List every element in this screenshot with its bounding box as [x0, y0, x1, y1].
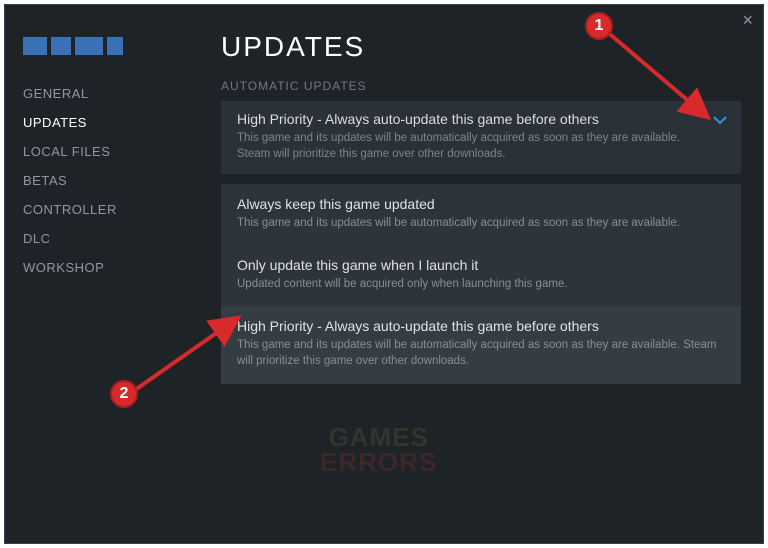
main-panel: UPDATES AUTOMATIC UPDATES High Priority … — [221, 31, 741, 384]
update-dropdown[interactable]: High Priority - Always auto-update this … — [221, 101, 741, 174]
close-icon[interactable]: × — [742, 11, 753, 29]
game-logo — [21, 37, 191, 55]
watermark-line2: ERRORS — [320, 450, 437, 475]
page-title: UPDATES — [221, 31, 741, 63]
section-header: AUTOMATIC UPDATES — [221, 79, 741, 93]
sidebar-item-controller[interactable]: CONTROLLER — [21, 195, 191, 224]
sidebar-item-workshop[interactable]: WORKSHOP — [21, 253, 191, 282]
logo-block — [75, 37, 103, 55]
dropdown-option-always-updated[interactable]: Always keep this game updated This game … — [221, 184, 741, 245]
watermark-line1: GAMES — [320, 425, 437, 450]
option-desc: This game and its updates will be automa… — [237, 337, 725, 369]
option-title: Always keep this game updated — [237, 196, 725, 212]
logo-block — [23, 37, 47, 55]
dropdown-selected-title: High Priority - Always auto-update this … — [237, 111, 701, 127]
logo-block — [107, 37, 123, 55]
sidebar-item-betas[interactable]: BETAS — [21, 166, 191, 195]
dropdown-option-on-launch[interactable]: Only update this game when I launch it U… — [221, 245, 741, 306]
dropdown-option-high-priority[interactable]: High Priority - Always auto-update this … — [221, 306, 741, 383]
option-desc: Updated content will be acquired only wh… — [237, 276, 725, 292]
option-title: Only update this game when I launch it — [237, 257, 725, 273]
settings-window: × GENERAL UPDATES LOCAL FILES BETAS CONT… — [4, 4, 764, 544]
annotation-badge-2: 2 — [110, 380, 138, 408]
option-desc: This game and its updates will be automa… — [237, 215, 725, 231]
sidebar-item-local-files[interactable]: LOCAL FILES — [21, 137, 191, 166]
sidebar-item-dlc[interactable]: DLC — [21, 224, 191, 253]
annotation-badge-1: 1 — [585, 12, 613, 40]
logo-block — [51, 37, 71, 55]
option-title: High Priority - Always auto-update this … — [237, 318, 725, 334]
chevron-down-icon — [713, 115, 727, 129]
sidebar-item-general[interactable]: GENERAL — [21, 79, 191, 108]
dropdown-selected-desc: This game and its updates will be automa… — [237, 130, 701, 162]
dropdown-list: Always keep this game updated This game … — [221, 184, 741, 383]
watermark: GAMES ERRORS — [320, 425, 437, 474]
sidebar: GENERAL UPDATES LOCAL FILES BETAS CONTRO… — [21, 37, 191, 282]
sidebar-item-updates[interactable]: UPDATES — [21, 108, 191, 137]
